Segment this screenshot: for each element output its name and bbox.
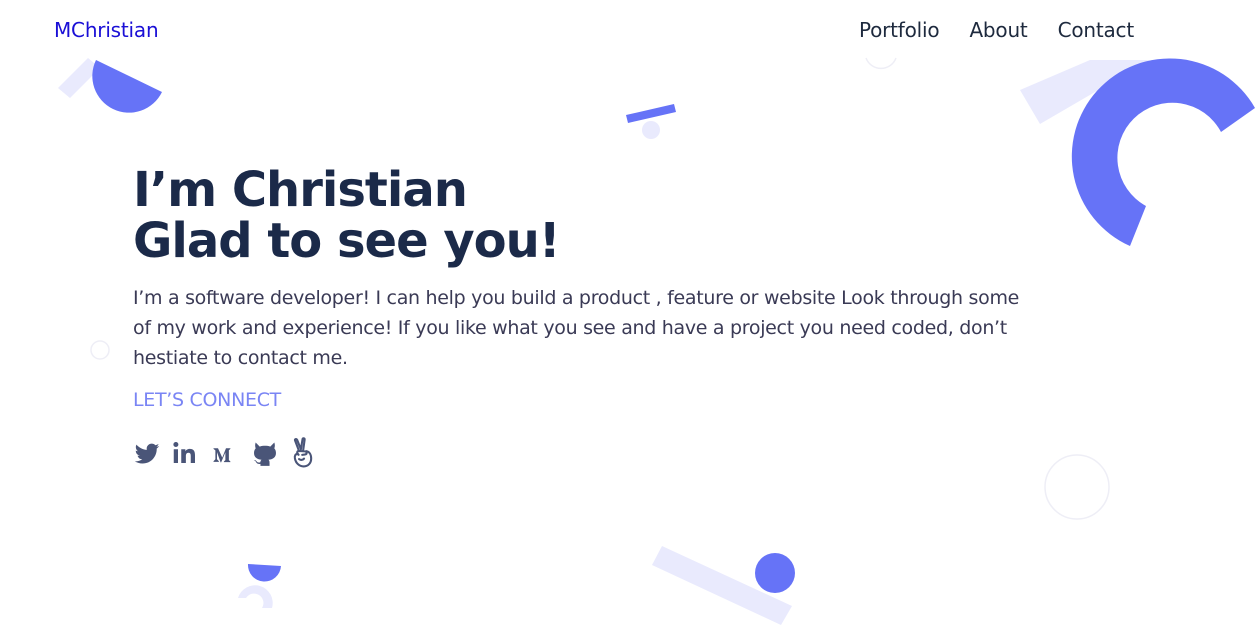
twitter-link[interactable] <box>133 439 161 467</box>
twitter-icon <box>134 443 160 464</box>
nav-links: Portfolio About Contact <box>859 17 1134 43</box>
deco-blue-dot-bottom <box>755 553 795 593</box>
deco-small-dot-top <box>642 121 660 139</box>
linkedin-icon <box>173 442 195 463</box>
github-icon <box>253 442 276 466</box>
angellist-link[interactable] <box>289 436 317 470</box>
linkedin-link[interactable] <box>171 438 201 468</box>
deco-faint-circle-left <box>90 340 110 360</box>
angellist-icon <box>293 437 313 468</box>
nav-link-about[interactable]: About <box>969 17 1027 43</box>
hero-title: I’m Christian Glad to see you! <box>133 165 1033 267</box>
hero-title-line-2: Glad to see you! <box>133 213 561 269</box>
deco-half-disc-bottom-left <box>247 564 281 582</box>
github-link[interactable] <box>251 438 279 468</box>
social-links <box>133 435 1033 471</box>
nav-link-contact[interactable]: Contact <box>1058 17 1135 43</box>
deco-light-arc-bottom-left <box>238 585 273 608</box>
medium-icon <box>213 448 231 463</box>
nav-link-portfolio[interactable]: Portfolio <box>859 17 940 43</box>
deco-small-bar-top <box>626 104 676 123</box>
lets-connect-link[interactable]: LET’S CONNECT <box>133 387 281 413</box>
brand-logo-link[interactable]: MChristian <box>54 17 159 43</box>
deco-faint-circle-right <box>1044 454 1110 520</box>
hero-title-line-1: I’m Christian <box>133 162 468 218</box>
hero-section: I’m Christian Glad to see you! I’m a sof… <box>133 165 1033 471</box>
top-navbar: MChristian Portfolio About Contact <box>0 0 1260 60</box>
medium-link[interactable] <box>211 438 241 468</box>
deco-half-disc-top-left <box>92 60 162 113</box>
hero-description: I’m a software developer! I can help you… <box>133 287 1020 369</box>
